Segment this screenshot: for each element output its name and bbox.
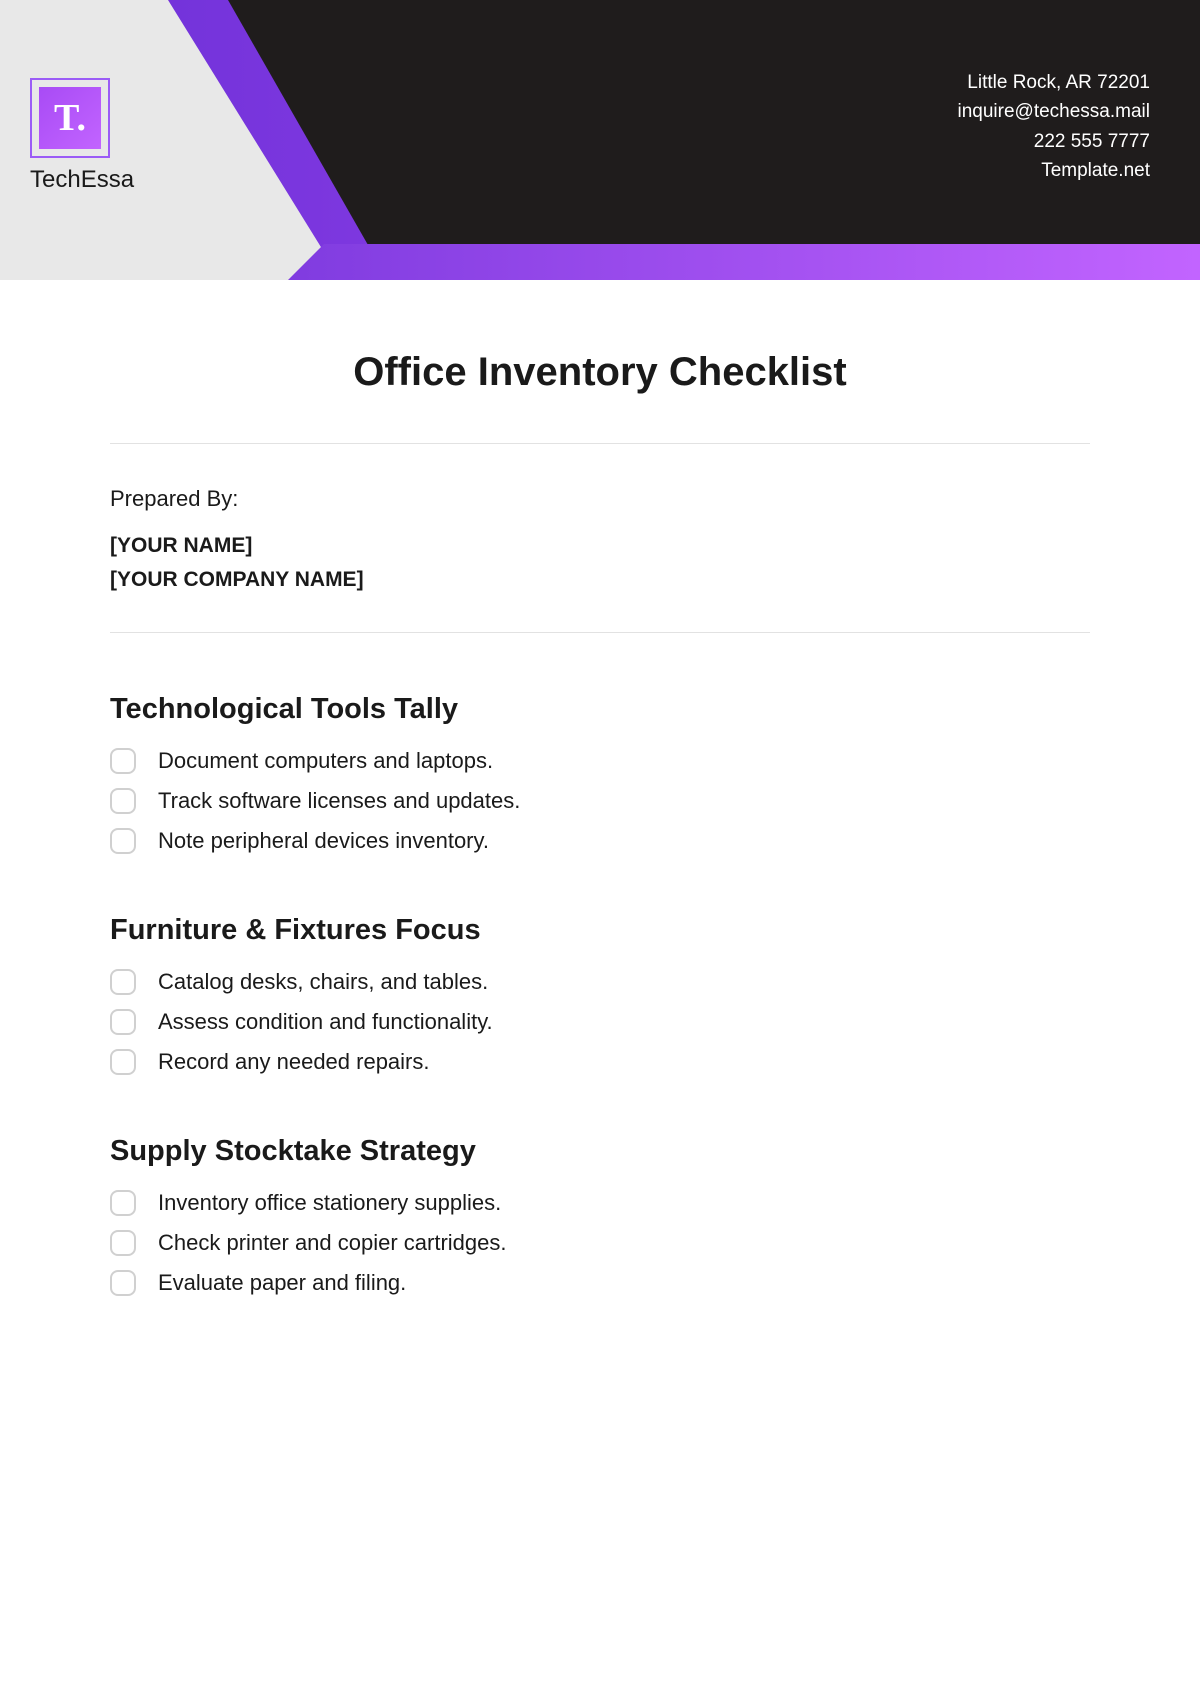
section-heading: Furniture & Fixtures Focus	[110, 914, 1090, 947]
checkbox-icon[interactable]	[110, 788, 136, 814]
checklist-section: Furniture & Fixtures Focus Catalog desks,…	[110, 914, 1090, 1075]
checklist-item: Document computers and laptops.	[110, 748, 1090, 774]
document-header: T. TechEssa Little Rock, AR 72201 inquir…	[0, 0, 1200, 280]
brand-name: TechEssa	[30, 166, 134, 194]
logo-frame: T.	[30, 78, 110, 158]
contact-block: Little Rock, AR 72201 inquire@techessa.m…	[958, 68, 1151, 186]
checklist-item: Check printer and copier cartridges.	[110, 1230, 1090, 1256]
checklist-item: Track software licenses and updates.	[110, 788, 1090, 814]
contact-email: inquire@techessa.mail	[958, 97, 1151, 126]
checklist-item-text: Note peripheral devices inventory.	[158, 828, 489, 854]
checklist-item: Inventory office stationery supplies.	[110, 1190, 1090, 1216]
contact-address: Little Rock, AR 72201	[958, 68, 1151, 97]
checklist-section: Technological Tools Tally Document comput…	[110, 693, 1090, 854]
checkbox-icon[interactable]	[110, 1049, 136, 1075]
checklist-item: Note peripheral devices inventory.	[110, 828, 1090, 854]
logo-mark: T.	[39, 87, 101, 149]
document-body: Office Inventory Checklist Prepared By: …	[0, 280, 1200, 1296]
prepared-by-company: [YOUR COMPANY NAME]	[110, 568, 1090, 592]
checklist-item-text: Track software licenses and updates.	[158, 788, 520, 814]
checklist-item-text: Check printer and copier cartridges.	[158, 1230, 507, 1256]
checkbox-icon[interactable]	[110, 969, 136, 995]
checkbox-icon[interactable]	[110, 1190, 136, 1216]
checkbox-icon[interactable]	[110, 828, 136, 854]
contact-phone: 222 555 7777	[958, 127, 1151, 156]
checklist-item-text: Evaluate paper and filing.	[158, 1270, 406, 1296]
sections-container: Technological Tools Tally Document comput…	[110, 693, 1090, 1296]
prepared-by-block: Prepared By: [YOUR NAME] [YOUR COMPANY N…	[110, 486, 1090, 592]
checklist-section: Supply Stocktake Strategy Inventory offic…	[110, 1135, 1090, 1296]
prepared-by-name: [YOUR NAME]	[110, 534, 1090, 558]
document-title: Office Inventory Checklist	[110, 350, 1090, 395]
checklist-item-text: Record any needed repairs.	[158, 1049, 430, 1075]
checklist-item-text: Catalog desks, chairs, and tables.	[158, 969, 488, 995]
checkbox-icon[interactable]	[110, 1009, 136, 1035]
checklist-item: Assess condition and functionality.	[110, 1009, 1090, 1035]
checklist-item: Evaluate paper and filing.	[110, 1270, 1090, 1296]
checklist-item-text: Document computers and laptops.	[158, 748, 493, 774]
checklist-item-text: Assess condition and functionality.	[158, 1009, 493, 1035]
checkbox-icon[interactable]	[110, 748, 136, 774]
checkbox-icon[interactable]	[110, 1270, 136, 1296]
checklist-item: Record any needed repairs.	[110, 1049, 1090, 1075]
checklist-item: Catalog desks, chairs, and tables.	[110, 969, 1090, 995]
contact-site: Template.net	[958, 156, 1151, 185]
section-heading: Supply Stocktake Strategy	[110, 1135, 1090, 1168]
checklist-item-text: Inventory office stationery supplies.	[158, 1190, 501, 1216]
divider	[110, 632, 1090, 633]
section-heading: Technological Tools Tally	[110, 693, 1090, 726]
prepared-by-label: Prepared By:	[110, 486, 1090, 512]
divider	[110, 443, 1090, 444]
checkbox-icon[interactable]	[110, 1230, 136, 1256]
